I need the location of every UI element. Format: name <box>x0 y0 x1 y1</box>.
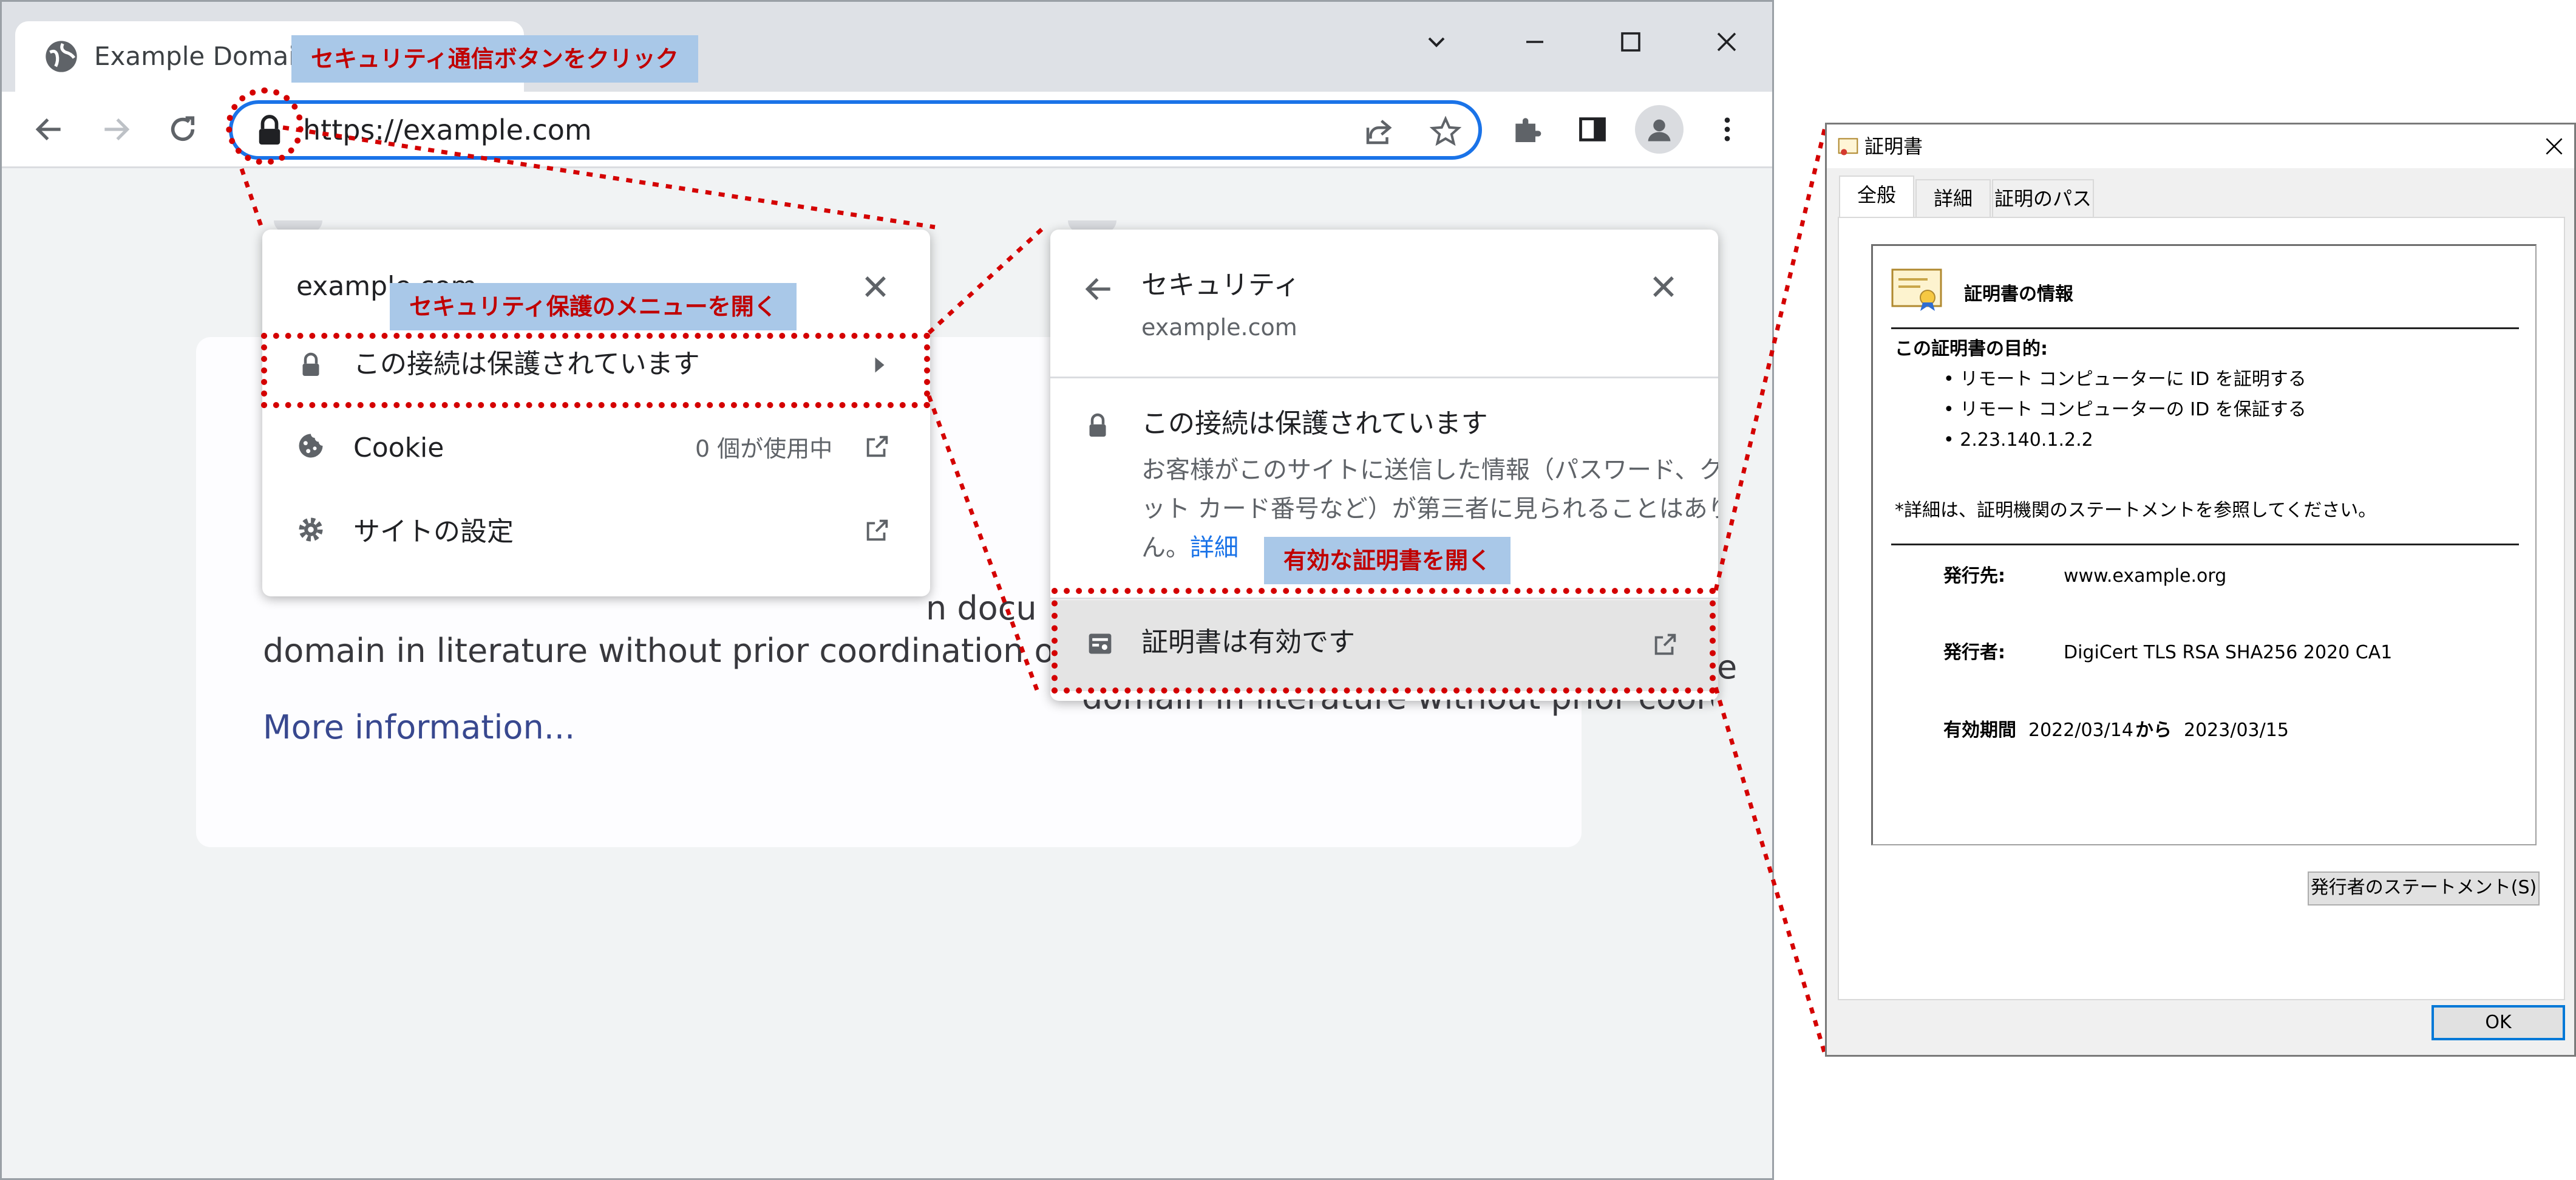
certificate-info-box: 証明書の情報 この証明書の目的: • リモート コンピューターに ID を証明す… <box>1871 244 2537 845</box>
divider <box>1891 544 2519 545</box>
close-icon[interactable] <box>2543 135 2565 157</box>
validity-to-word: から <box>2135 720 2172 741</box>
share-icon[interactable] <box>1359 112 1398 151</box>
purpose-item: • リモート コンピューターの ID を保証する <box>1943 399 2306 420</box>
profile-avatar-icon[interactable] <box>1635 105 1684 154</box>
description-end: ん。 <box>1141 534 1190 562</box>
more-information-link[interactable]: More information... <box>263 705 575 750</box>
back-icon[interactable] <box>25 105 73 154</box>
close-icon[interactable] <box>1645 268 1682 305</box>
bookmark-star-icon[interactable] <box>1426 112 1465 151</box>
connection-highlight-box <box>261 333 930 408</box>
forward-icon[interactable] <box>92 105 140 154</box>
tab-title: Example Domain <box>94 41 312 71</box>
close-window-icon[interactable] <box>1693 12 1760 72</box>
globe-icon <box>46 41 77 72</box>
issuer-statement-button[interactable]: 発行者のステートメント(S) <box>2308 871 2540 905</box>
extensions-puzzle-icon[interactable] <box>1503 105 1551 154</box>
tab-general[interactable]: 全般 <box>1839 176 1914 218</box>
callout-step-1: セキュリティ通信ボタンをクリック <box>291 35 698 83</box>
ok-button[interactable]: OK <box>2432 1005 2565 1040</box>
cookie-label: Cookie <box>353 432 444 463</box>
issued-by-value: DigiCert TLS RSA SHA256 2020 CA1 <box>2064 642 2393 663</box>
certificate-highlight-box <box>1052 588 1716 694</box>
page-text-clipped: domain in literature without prior coord… <box>1082 700 1713 717</box>
lock-icon <box>1089 413 1106 437</box>
purpose-item: • リモート コンピューターに ID を証明する <box>1943 369 2306 390</box>
page-text-edge: e <box>1717 648 1738 686</box>
url-text[interactable]: https://example.com <box>303 109 592 151</box>
purpose-label: この証明書の目的: <box>1895 338 2048 360</box>
tab-details[interactable]: 詳細 <box>1915 179 1991 217</box>
page-text-fragment: n docu <box>926 589 1037 627</box>
site-settings-item[interactable]: サイトの設定 <box>262 496 930 568</box>
valid-to-value: 2023/03/15 <box>2184 720 2289 741</box>
minimize-icon[interactable] <box>1501 12 1568 72</box>
certificate-info-title: 証明書の情報 <box>1964 284 2073 305</box>
omnibox[interactable]: https://example.com <box>229 100 1482 160</box>
tab-strip: Example Domain <box>2 2 1772 92</box>
certificate-window-icon <box>1838 138 1858 155</box>
open-external-icon <box>866 519 888 541</box>
menu-kebab-icon[interactable] <box>1703 105 1752 154</box>
lock-highlight-circle <box>226 87 304 165</box>
description-line: お客様がこのサイトに送信した情報（パスワード、クレジ <box>1141 456 1718 484</box>
dialog-titlebar: 証明書 <box>1827 124 2574 168</box>
validity-label: 有効期間 <box>1943 720 2016 741</box>
cookie-icon <box>299 434 323 458</box>
purpose-item: • 2.23.140.1.2.2 <box>1943 429 2093 451</box>
issued-by-label: 発行者: <box>1943 642 2005 663</box>
valid-from-value: 2022/03/14 <box>2028 720 2133 741</box>
certificate-icon <box>1891 268 1942 311</box>
callout-step-2: セキュリティ保護のメニューを開く <box>390 283 797 330</box>
tab-certification-path[interactable]: 証明のパス <box>1992 179 2094 217</box>
dialog-title: 証明書 <box>1864 135 1923 158</box>
issued-to-value: www.example.org <box>2064 565 2227 587</box>
tab-search-chevron-icon[interactable] <box>1403 12 1470 72</box>
reload-icon[interactable] <box>158 105 207 154</box>
details-link[interactable]: 詳細 <box>1190 534 1239 562</box>
security-domain: example.com <box>1141 314 1297 341</box>
back-arrow-icon[interactable] <box>1082 272 1116 306</box>
maximize-icon[interactable] <box>1597 12 1664 72</box>
page-text-behind-popup: domain in literature without prior coord… <box>1082 700 1713 720</box>
description-line: ット カード番号など）が第三者に見られることはありませ <box>1141 495 1718 523</box>
callout-step-3: 有効な証明書を開く <box>1264 537 1511 584</box>
page-text-line: domain in literature without prior coord… <box>263 632 1135 670</box>
certificate-dialog: 証明書 全般 詳細 証明のパス 証明書の情報 この証明書の目的: • リモート … <box>1825 123 2576 1057</box>
divider <box>1050 377 1718 378</box>
cookie-count: 0 個が使用中 <box>695 435 833 462</box>
divider <box>1891 327 2519 329</box>
side-panel-icon[interactable] <box>1568 105 1617 154</box>
gear-icon <box>299 517 323 542</box>
cookie-item[interactable]: Cookie 0 個が使用中 <box>262 412 930 485</box>
site-settings-label: サイトの設定 <box>353 516 514 547</box>
security-title: セキュリティ <box>1141 270 1300 301</box>
connection-heading: この接続は保護されています <box>1141 408 1488 439</box>
close-icon[interactable] <box>857 268 894 305</box>
open-external-icon <box>866 435 888 457</box>
issued-to-label: 発行先: <box>1943 565 2005 587</box>
statement-note: *詳細は、証明機関のステートメントを参照してください。 <box>1895 500 2377 521</box>
general-tab-panel: 証明書の情報 この証明書の目的: • リモート コンピューターに ID を証明す… <box>1838 217 2565 1000</box>
